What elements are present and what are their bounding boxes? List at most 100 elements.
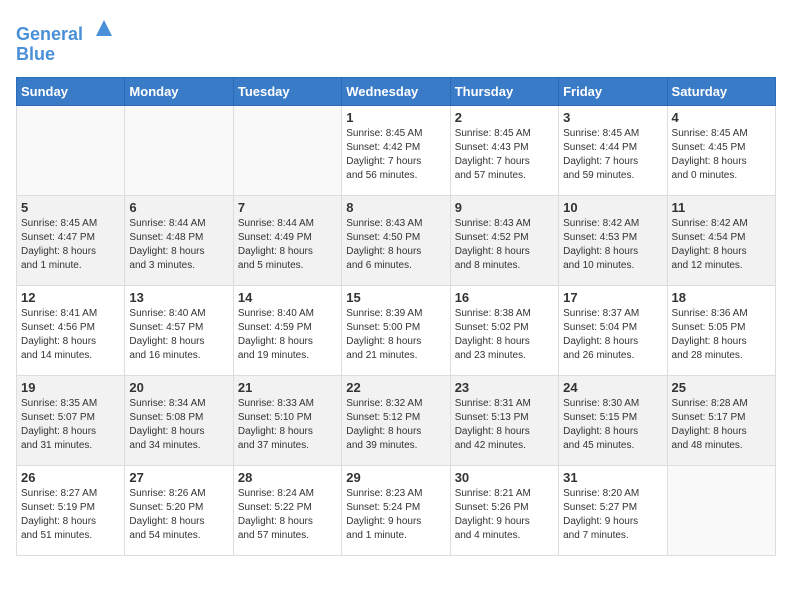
calendar-cell: 15 Sunrise: 8:39 AM Sunset: 5:00 PM Dayli… <box>342 285 450 375</box>
weekday-header: Saturday <box>667 77 775 105</box>
day-number: 19 <box>21 380 120 395</box>
calendar-cell: 24 Sunrise: 8:30 AM Sunset: 5:15 PM Dayli… <box>559 375 667 465</box>
logo-blue: Blue <box>16 45 116 65</box>
day-info: Sunrise: 8:21 AM Sunset: 5:26 PM Dayligh… <box>455 487 554 543</box>
calendar-week-row: 12 Sunrise: 8:41 AM Sunset: 4:56 PM Dayli… <box>17 285 776 375</box>
calendar-cell: 29 Sunrise: 8:23 AM Sunset: 5:24 PM Dayli… <box>342 465 450 555</box>
day-number: 5 <box>21 200 120 215</box>
calendar-cell: 30 Sunrise: 8:21 AM Sunset: 5:26 PM Dayli… <box>450 465 558 555</box>
day-number: 16 <box>455 290 554 305</box>
calendar-cell: 17 Sunrise: 8:37 AM Sunset: 5:04 PM Dayli… <box>559 285 667 375</box>
day-number: 7 <box>238 200 337 215</box>
calendar-cell: 1Sunrise: 8:45 AM Sunset: 4:42 PM Daylig… <box>342 105 450 195</box>
day-info: Sunrise: 8:40 AM Sunset: 4:57 PM Dayligh… <box>129 307 228 363</box>
day-number: 8 <box>346 200 445 215</box>
day-number: 18 <box>672 290 771 305</box>
calendar-cell <box>125 105 233 195</box>
calendar-cell: 21 Sunrise: 8:33 AM Sunset: 5:10 PM Dayli… <box>233 375 341 465</box>
day-number: 26 <box>21 470 120 485</box>
calendar-cell: 4Sunrise: 8:45 AM Sunset: 4:45 PM Daylig… <box>667 105 775 195</box>
day-number: 29 <box>346 470 445 485</box>
day-number: 10 <box>563 200 662 215</box>
day-info: Sunrise: 8:26 AM Sunset: 5:20 PM Dayligh… <box>129 487 228 543</box>
calendar-cell: 23 Sunrise: 8:31 AM Sunset: 5:13 PM Dayli… <box>450 375 558 465</box>
day-info: Sunrise: 8:33 AM Sunset: 5:10 PM Dayligh… <box>238 397 337 453</box>
calendar-cell: 28 Sunrise: 8:24 AM Sunset: 5:22 PM Dayli… <box>233 465 341 555</box>
day-number: 22 <box>346 380 445 395</box>
calendar-cell <box>233 105 341 195</box>
weekday-header: Friday <box>559 77 667 105</box>
day-info: Sunrise: 8:34 AM Sunset: 5:08 PM Dayligh… <box>129 397 228 453</box>
calendar-cell: 12 Sunrise: 8:41 AM Sunset: 4:56 PM Dayli… <box>17 285 125 375</box>
day-number: 15 <box>346 290 445 305</box>
day-info: Sunrise: 8:23 AM Sunset: 5:24 PM Dayligh… <box>346 487 445 543</box>
day-info: Sunrise: 8:45 AM Sunset: 4:43 PM Dayligh… <box>455 127 554 183</box>
calendar-cell: 22 Sunrise: 8:32 AM Sunset: 5:12 PM Dayli… <box>342 375 450 465</box>
calendar-week-row: 19 Sunrise: 8:35 AM Sunset: 5:07 PM Dayli… <box>17 375 776 465</box>
day-number: 17 <box>563 290 662 305</box>
calendar-week-row: 26 Sunrise: 8:27 AM Sunset: 5:19 PM Dayli… <box>17 465 776 555</box>
day-number: 28 <box>238 470 337 485</box>
calendar-cell: 16Sunrise: 8:38 AM Sunset: 5:02 PM Dayli… <box>450 285 558 375</box>
calendar-week-row: 1Sunrise: 8:45 AM Sunset: 4:42 PM Daylig… <box>17 105 776 195</box>
day-info: Sunrise: 8:45 AM Sunset: 4:44 PM Dayligh… <box>563 127 662 183</box>
calendar-week-row: 5Sunrise: 8:45 AM Sunset: 4:47 PM Daylig… <box>17 195 776 285</box>
logo-icon <box>92 16 116 40</box>
calendar-cell: 6Sunrise: 8:44 AM Sunset: 4:48 PM Daylig… <box>125 195 233 285</box>
day-info: Sunrise: 8:35 AM Sunset: 5:07 PM Dayligh… <box>21 397 120 453</box>
day-info: Sunrise: 8:27 AM Sunset: 5:19 PM Dayligh… <box>21 487 120 543</box>
calendar-cell: 14 Sunrise: 8:40 AM Sunset: 4:59 PM Dayli… <box>233 285 341 375</box>
calendar-cell: 5Sunrise: 8:45 AM Sunset: 4:47 PM Daylig… <box>17 195 125 285</box>
calendar-body: 1Sunrise: 8:45 AM Sunset: 4:42 PM Daylig… <box>17 105 776 555</box>
day-number: 21 <box>238 380 337 395</box>
day-info: Sunrise: 8:40 AM Sunset: 4:59 PM Dayligh… <box>238 307 337 363</box>
day-info: Sunrise: 8:41 AM Sunset: 4:56 PM Dayligh… <box>21 307 120 363</box>
weekday-header: Tuesday <box>233 77 341 105</box>
calendar-cell: 20 Sunrise: 8:34 AM Sunset: 5:08 PM Dayli… <box>125 375 233 465</box>
calendar-cell: 31 Sunrise: 8:20 AM Sunset: 5:27 PM Dayli… <box>559 465 667 555</box>
day-number: 24 <box>563 380 662 395</box>
day-number: 20 <box>129 380 228 395</box>
day-info: Sunrise: 8:44 AM Sunset: 4:48 PM Dayligh… <box>129 217 228 273</box>
day-number: 9 <box>455 200 554 215</box>
calendar-cell: 9 Sunrise: 8:43 AM Sunset: 4:52 PM Daylig… <box>450 195 558 285</box>
day-info: Sunrise: 8:20 AM Sunset: 5:27 PM Dayligh… <box>563 487 662 543</box>
calendar-cell <box>667 465 775 555</box>
calendar-cell: 3 Sunrise: 8:45 AM Sunset: 4:44 PM Daylig… <box>559 105 667 195</box>
calendar-cell: 26 Sunrise: 8:27 AM Sunset: 5:19 PM Dayli… <box>17 465 125 555</box>
day-number: 12 <box>21 290 120 305</box>
header-row: SundayMondayTuesdayWednesdayThursdayFrid… <box>17 77 776 105</box>
day-number: 14 <box>238 290 337 305</box>
calendar-header: SundayMondayTuesdayWednesdayThursdayFrid… <box>17 77 776 105</box>
day-info: Sunrise: 8:43 AM Sunset: 4:50 PM Dayligh… <box>346 217 445 273</box>
day-info: Sunrise: 8:32 AM Sunset: 5:12 PM Dayligh… <box>346 397 445 453</box>
day-info: Sunrise: 8:28 AM Sunset: 5:17 PM Dayligh… <box>672 397 771 453</box>
weekday-header: Thursday <box>450 77 558 105</box>
day-number: 25 <box>672 380 771 395</box>
calendar-cell: 25 Sunrise: 8:28 AM Sunset: 5:17 PM Dayli… <box>667 375 775 465</box>
day-info: Sunrise: 8:45 AM Sunset: 4:42 PM Dayligh… <box>346 127 445 183</box>
day-info: Sunrise: 8:31 AM Sunset: 5:13 PM Dayligh… <box>455 397 554 453</box>
day-number: 31 <box>563 470 662 485</box>
calendar-cell: 27 Sunrise: 8:26 AM Sunset: 5:20 PM Dayli… <box>125 465 233 555</box>
day-info: Sunrise: 8:24 AM Sunset: 5:22 PM Dayligh… <box>238 487 337 543</box>
day-number: 23 <box>455 380 554 395</box>
day-number: 4 <box>672 110 771 125</box>
calendar-cell: 7Sunrise: 8:44 AM Sunset: 4:49 PM Daylig… <box>233 195 341 285</box>
day-number: 3 <box>563 110 662 125</box>
day-number: 27 <box>129 470 228 485</box>
calendar-table: SundayMondayTuesdayWednesdayThursdayFrid… <box>16 77 776 556</box>
day-number: 30 <box>455 470 554 485</box>
day-info: Sunrise: 8:30 AM Sunset: 5:15 PM Dayligh… <box>563 397 662 453</box>
day-info: Sunrise: 8:37 AM Sunset: 5:04 PM Dayligh… <box>563 307 662 363</box>
day-info: Sunrise: 8:42 AM Sunset: 4:53 PM Dayligh… <box>563 217 662 273</box>
day-number: 2 <box>455 110 554 125</box>
day-info: Sunrise: 8:42 AM Sunset: 4:54 PM Dayligh… <box>672 217 771 273</box>
day-info: Sunrise: 8:39 AM Sunset: 5:00 PM Dayligh… <box>346 307 445 363</box>
weekday-header: Wednesday <box>342 77 450 105</box>
calendar-cell: 13Sunrise: 8:40 AM Sunset: 4:57 PM Dayli… <box>125 285 233 375</box>
page-header: General Blue <box>16 16 776 65</box>
weekday-header: Monday <box>125 77 233 105</box>
day-info: Sunrise: 8:36 AM Sunset: 5:05 PM Dayligh… <box>672 307 771 363</box>
day-info: Sunrise: 8:43 AM Sunset: 4:52 PM Dayligh… <box>455 217 554 273</box>
